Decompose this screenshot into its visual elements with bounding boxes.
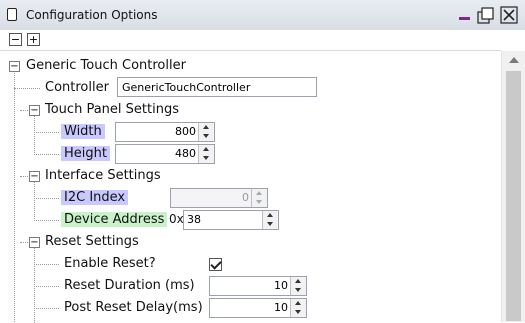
reset-expander[interactable]: − (29, 237, 40, 248)
tree-connector (14, 88, 40, 89)
title-bar: Configuration Options (0, 0, 525, 31)
tree-connector (34, 154, 59, 155)
i2c-index-label: I2C Index (61, 190, 129, 205)
device-address-label: Device Address (61, 212, 168, 227)
root-node-label[interactable]: Generic Touch Controller (26, 58, 186, 73)
tree-connector (34, 220, 59, 221)
reset-duration-value[interactable]: 10 (274, 277, 288, 295)
tree-connector (34, 182, 35, 221)
decrement-arrow-icon (252, 198, 267, 207)
configuration-tree: − Generic Touch Controller Controller Ge… (0, 50, 501, 323)
scrollbar-thumb[interactable] (506, 71, 521, 321)
height-value[interactable]: 480 (175, 145, 196, 163)
tree-connector (14, 69, 15, 322)
i2c-index-value: 0 (242, 191, 249, 204)
touch-panel-settings-label[interactable]: Touch Panel Settings (45, 102, 179, 117)
post-reset-delay-label: Post Reset Delay(ms) (64, 300, 203, 315)
decrement-arrow-icon[interactable] (199, 132, 214, 141)
i2c-index-spinner: 0 (170, 188, 268, 208)
toolbar: − + (0, 30, 525, 48)
i2c-index-spin-buttons (251, 189, 267, 207)
hex-prefix: 0x (169, 212, 184, 226)
post-reset-delay-spinner[interactable]: 10 (209, 298, 307, 318)
tree-connector (34, 286, 59, 287)
controller-field[interactable]: GenericTouchController (117, 77, 317, 97)
enable-reset-checkbox[interactable] (209, 258, 222, 271)
interface-settings-label[interactable]: Interface Settings (45, 168, 161, 183)
decrement-arrow-icon[interactable] (291, 308, 306, 317)
document-icon (7, 8, 17, 21)
reset-duration-spin-buttons[interactable] (290, 277, 306, 295)
tree-connector (34, 132, 59, 133)
vertical-scrollbar[interactable] (501, 51, 525, 322)
decrement-arrow-icon[interactable] (263, 220, 278, 229)
tree-connector (34, 198, 59, 199)
decrement-arrow-icon[interactable] (291, 286, 306, 295)
reset-duration-label: Reset Duration (ms) (64, 278, 195, 293)
device-address-spinner[interactable]: 38 (183, 210, 279, 230)
restore-icon[interactable] (477, 7, 494, 24)
tree-connector (34, 264, 59, 265)
root-expander[interactable]: − (9, 61, 20, 72)
width-value[interactable]: 800 (175, 123, 196, 141)
enable-reset-label: Enable Reset? (64, 256, 156, 271)
post-reset-delay-value[interactable]: 10 (274, 299, 288, 317)
height-spinner[interactable]: 480 (115, 144, 215, 164)
tree-connector (34, 116, 35, 155)
controller-label: Controller (45, 80, 109, 95)
reset-settings-label[interactable]: Reset Settings (45, 234, 139, 249)
device-address-value[interactable]: 38 (187, 211, 201, 229)
width-label: Width (61, 124, 105, 139)
interface-expander[interactable]: − (29, 171, 40, 182)
touch-panel-expander[interactable]: − (29, 105, 40, 116)
height-spin-buttons[interactable] (198, 145, 214, 163)
minimize-icon[interactable] (459, 17, 470, 20)
tree-connector (34, 308, 59, 309)
close-icon[interactable] (500, 6, 518, 24)
scroll-up-arrow-icon[interactable] (509, 57, 519, 63)
width-spinner[interactable]: 800 (115, 122, 215, 142)
height-label: Height (61, 146, 110, 161)
device-address-spin-buttons[interactable] (262, 211, 278, 229)
collapse-all-button[interactable]: − (9, 33, 22, 46)
expand-all-button[interactable]: + (27, 33, 40, 46)
decrement-arrow-icon[interactable] (199, 154, 214, 163)
reset-duration-spinner[interactable]: 10 (209, 276, 307, 296)
post-reset-delay-spin-buttons[interactable] (290, 299, 306, 317)
window-title: Configuration Options (26, 8, 158, 22)
width-spin-buttons[interactable] (198, 123, 214, 141)
